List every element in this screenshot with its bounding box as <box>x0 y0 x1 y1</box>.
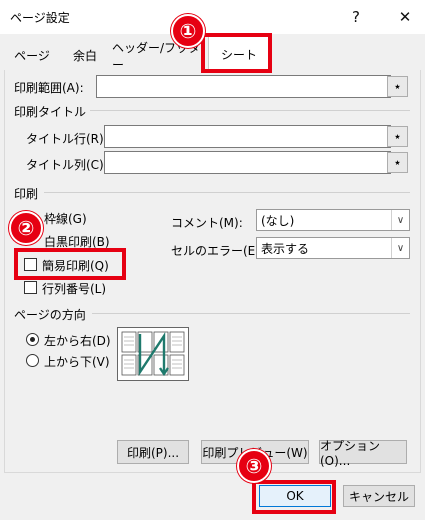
step-2-badge: ② <box>9 211 43 245</box>
close-button[interactable]: ✕ <box>390 4 420 30</box>
cell-errors-label: セルのエラー(E): <box>171 244 264 258</box>
title-cols-input[interactable] <box>104 151 391 174</box>
order-over-label[interactable]: 上から下(V) <box>44 353 110 370</box>
page-order-preview <box>117 327 189 381</box>
highlight-ok-button <box>252 480 336 514</box>
options-button[interactable]: オプション(O)... <box>319 439 407 468</box>
print-area-input[interactable] <box>96 75 391 98</box>
title-rows-input[interactable] <box>104 125 391 148</box>
print-button[interactable]: 印刷(P)... <box>117 440 189 464</box>
comments-select[interactable]: (なし) ∨ <box>256 209 410 231</box>
print-section-heading: 印刷 <box>14 187 39 201</box>
page-order-heading: ページの方向 <box>14 308 86 322</box>
step-3-badge: ③ <box>237 449 271 483</box>
gridlines-label[interactable]: 枠線(G) <box>44 210 87 227</box>
print-area-collapse-icon[interactable]: ⭑ <box>387 76 408 97</box>
cell-errors-value: 表示する <box>261 241 310 256</box>
comments-value: (なし) <box>261 213 295 228</box>
chevron-down-icon: ∨ <box>391 210 409 230</box>
comments-label: コメント(M): <box>171 216 243 230</box>
title-bar: ページ設定 ? ✕ <box>0 0 425 34</box>
page-order-diagram-icon <box>121 331 185 377</box>
cancel-button[interactable]: キャンセル <box>343 485 415 507</box>
cell-errors-select[interactable]: 表示する ∨ <box>256 237 410 259</box>
title-rows-label: タイトル行(R): <box>26 132 108 146</box>
title-cols-label: タイトル列(C): <box>26 158 108 172</box>
section-divider <box>44 192 410 193</box>
headings-label[interactable]: 行列番号(L) <box>42 280 106 297</box>
help-button[interactable]: ? <box>341 4 371 30</box>
step-1-badge: ① <box>171 14 205 48</box>
section-divider <box>90 110 410 111</box>
tab-margins[interactable]: 余白 <box>62 41 108 70</box>
chevron-down-icon: ∨ <box>391 238 409 258</box>
dialog-title: ページ設定 <box>10 11 70 25</box>
order-down-radio[interactable] <box>26 333 39 346</box>
tab-page[interactable]: ページ <box>8 41 56 70</box>
headings-checkbox[interactable] <box>24 281 37 294</box>
order-down-label[interactable]: 左から右(D) <box>44 332 111 349</box>
title-cols-collapse-icon[interactable]: ⭑ <box>387 152 408 173</box>
order-over-radio[interactable] <box>26 354 39 367</box>
highlight-draft-option <box>14 248 126 280</box>
highlight-sheet-tab <box>201 33 272 73</box>
print-area-label: 印刷範囲(A): <box>14 81 84 95</box>
print-titles-heading: 印刷タイトル <box>14 105 87 119</box>
title-rows-collapse-icon[interactable]: ⭑ <box>387 126 408 147</box>
section-divider <box>92 313 410 314</box>
